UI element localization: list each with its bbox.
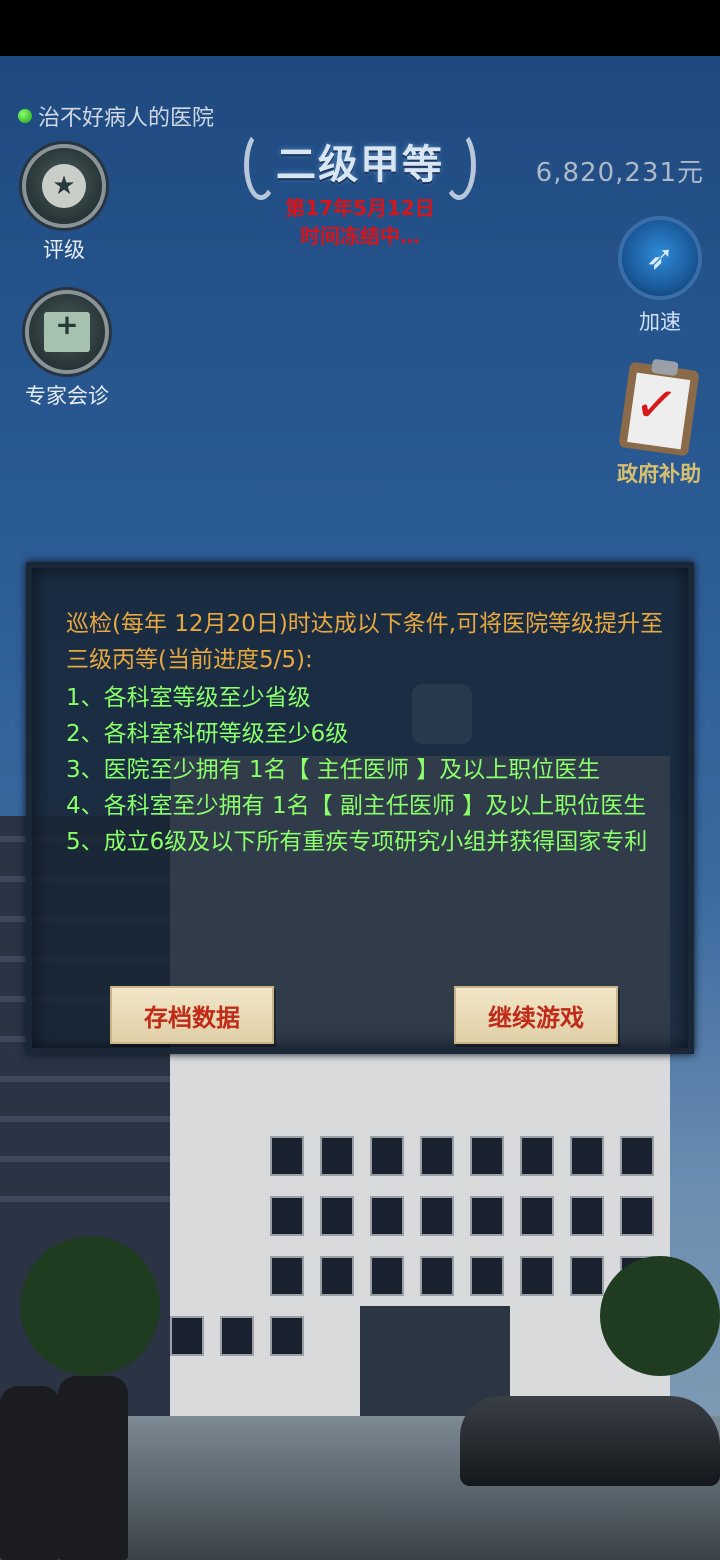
condition-item: 3、医院至少拥有 1名【 主任医师 】及以上职位医生: [66, 757, 601, 783]
car: [460, 1396, 720, 1486]
hospital-building-icon: [25, 290, 109, 374]
speed-up-label: 加速: [639, 310, 681, 334]
condition-item: 4、各科室至少拥有 1名【 副主任医师 】及以上职位医生: [66, 793, 647, 819]
dialog-intro: 巡检(每年 12月20日)时达成以下条件,可将医院等级提升至三级丙等(当前进度5…: [66, 611, 664, 673]
hospital-name-text: 治不好病人的医院: [38, 106, 215, 131]
online-status-icon: [18, 109, 32, 123]
clipboard-check-icon: ✓: [618, 358, 700, 457]
continue-game-button[interactable]: 继续游戏: [454, 986, 618, 1044]
condition-item: 2、各科室科研等级至少6级: [66, 721, 349, 747]
rocket-icon: ➶: [618, 216, 702, 300]
expert-consult-button[interactable]: 专家会诊: [18, 290, 116, 410]
status-bar: [0, 0, 720, 56]
pedestrian: [58, 1376, 128, 1560]
rating-button[interactable]: ★ 评级: [20, 144, 108, 264]
condition-item: 5、成立6级及以下所有重疾专项研究小组并获得国家专利: [66, 829, 648, 855]
money-balance: 6,820,231元: [535, 158, 704, 188]
hospital-grade: 二级甲等: [276, 142, 444, 188]
tree: [600, 1256, 720, 1376]
medal-icon: ★: [22, 144, 106, 228]
upgrade-conditions-dialog: 巡检(每年 12月20日)时达成以下条件,可将医院等级提升至三级丙等(当前进度5…: [26, 562, 694, 1054]
game-date: 第17年5月12日: [285, 196, 435, 220]
save-data-button[interactable]: 存档数据: [110, 986, 274, 1044]
tree: [20, 1236, 160, 1376]
condition-item: 1、各科室等级至少省级: [66, 685, 311, 711]
expert-consult-label: 专家会诊: [25, 384, 109, 408]
pedestrian: [0, 1386, 60, 1560]
hospital-name: 治不好病人的医院: [18, 100, 214, 132]
time-status: 时间冻结中…: [300, 224, 420, 248]
government-subsidy-label: 政府补助: [617, 462, 701, 486]
speed-up-button[interactable]: ➶ 加速: [616, 216, 704, 336]
conditions-list: 1、各科室等级至少省级 2、各科室科研等级至少6级 3、医院至少拥有 1名【 主…: [66, 680, 676, 860]
rating-label: 评级: [43, 238, 85, 262]
government-subsidy-button[interactable]: ✓ 政府补助: [608, 358, 710, 488]
